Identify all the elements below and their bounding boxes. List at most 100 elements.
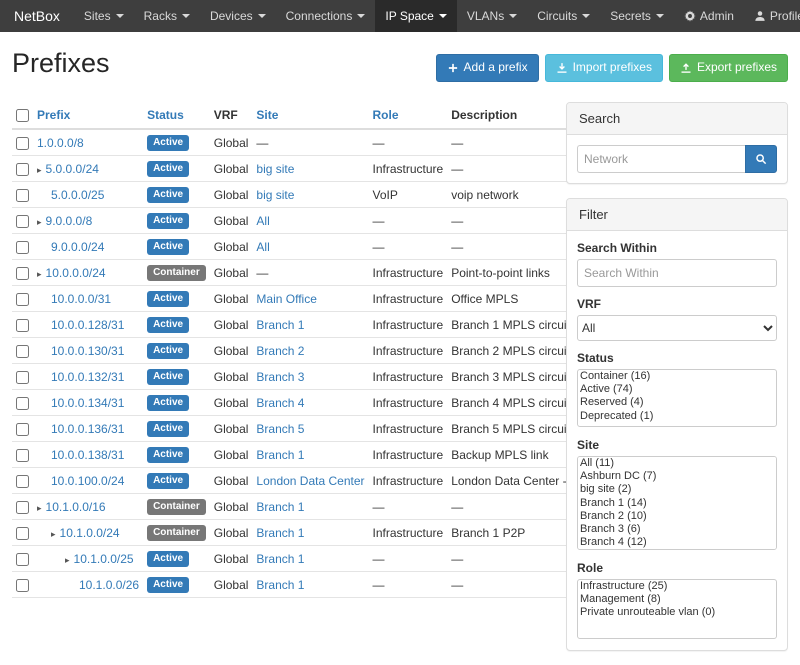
row-checkbox[interactable] — [16, 371, 29, 384]
nav-item-ip-space[interactable]: IP Space — [375, 0, 456, 32]
add-a-prefix-button[interactable]: Add a prefix — [436, 54, 539, 82]
search-button[interactable] — [745, 145, 777, 173]
filter-status-select[interactable]: Container (16)Active (74)Reserved (4)Dep… — [577, 369, 777, 427]
nav-item-circuits[interactable]: Circuits — [527, 0, 600, 32]
prefix-link[interactable]: 10.1.0.0/25 — [74, 552, 134, 566]
filter-vrf-select[interactable]: All — [577, 315, 777, 341]
nav-item-label: Admin — [700, 9, 734, 23]
select-all-checkbox[interactable] — [16, 109, 29, 122]
filter-fields: Search WithinVRFAllStatusContainer (16)A… — [567, 231, 787, 650]
expand-toggle-icon[interactable]: ▸ — [37, 269, 42, 279]
chevron-down-icon — [509, 14, 517, 18]
prefix-link[interactable]: 10.0.0.0/24 — [46, 266, 106, 280]
expand-toggle-icon[interactable]: ▸ — [37, 217, 42, 227]
prefix-link[interactable]: 10.0.100.0/24 — [51, 474, 124, 488]
row-checkbox[interactable] — [16, 501, 29, 514]
row-checkbox[interactable] — [16, 137, 29, 150]
user-menu: AdminProfileLog out — [674, 0, 800, 32]
site-link[interactable]: Branch 1 — [256, 500, 304, 514]
prefix-link[interactable]: 10.0.0.128/31 — [51, 318, 124, 332]
row-checkbox[interactable] — [16, 579, 29, 592]
expand-toggle-icon[interactable]: ▸ — [65, 555, 70, 565]
site-link[interactable]: All — [256, 214, 269, 228]
prefix-link[interactable]: 10.1.0.0/16 — [46, 500, 106, 514]
nav-item-vlans[interactable]: VLANs — [457, 0, 527, 32]
row-checkbox[interactable] — [16, 423, 29, 436]
row-checkbox[interactable] — [16, 527, 29, 540]
export-prefixes-button[interactable]: Export prefixes — [669, 54, 788, 82]
table-header-row: PrefixStatusVRFSiteRoleDescription — [12, 102, 657, 129]
row-checkbox[interactable] — [16, 475, 29, 488]
row-checkbox[interactable] — [16, 449, 29, 462]
site-link[interactable]: Branch 4 — [256, 396, 304, 410]
prefix-link[interactable]: 10.1.0.0/24 — [60, 526, 120, 540]
row-checkbox[interactable] — [16, 215, 29, 228]
expand-toggle-icon[interactable]: ▸ — [51, 529, 56, 539]
row-checkbox[interactable] — [16, 319, 29, 332]
prefix-link[interactable]: 10.0.0.136/31 — [51, 422, 124, 436]
expand-toggle-icon[interactable]: ▸ — [37, 165, 42, 175]
table-row: ▸5.0.0.0/24ActiveGlobalbig siteInfrastru… — [12, 156, 657, 182]
row-checkbox[interactable] — [16, 345, 29, 358]
sort-link[interactable]: Role — [373, 108, 399, 122]
site-link[interactable]: Main Office — [256, 292, 316, 306]
filter-role-select[interactable]: Infrastructure (25)Management (8)Private… — [577, 579, 777, 639]
nav-item-connections[interactable]: Connections — [276, 0, 376, 32]
prefix-link[interactable]: 10.1.0.0/26 — [79, 578, 139, 592]
nav-item-sites[interactable]: Sites — [74, 0, 134, 32]
site-link[interactable]: Branch 2 — [256, 344, 304, 358]
vrf-cell: Global — [210, 129, 253, 156]
brand[interactable]: NetBox — [0, 0, 74, 32]
nav-item-racks[interactable]: Racks — [134, 0, 200, 32]
filter-label-site: Site — [577, 438, 777, 452]
filter-search-within-input[interactable] — [577, 259, 777, 287]
row-checkbox[interactable] — [16, 397, 29, 410]
prefix-link[interactable]: 9.0.0.0/24 — [51, 240, 104, 254]
status-badge: Active — [147, 317, 189, 333]
prefix-link[interactable]: 10.0.0.0/31 — [51, 292, 111, 306]
prefix-link[interactable]: 9.0.0.0/8 — [46, 214, 93, 228]
site-link[interactable]: London Data Center — [256, 474, 364, 488]
row-checkbox[interactable] — [16, 189, 29, 202]
row-checkbox[interactable] — [16, 241, 29, 254]
nav-item-admin[interactable]: Admin — [674, 0, 744, 32]
site-link[interactable]: All — [256, 240, 269, 254]
role-cell: — — [369, 129, 448, 156]
prefix-link[interactable]: 10.0.0.138/31 — [51, 448, 124, 462]
status-badge: Active — [147, 577, 189, 593]
nav-item-secrets[interactable]: Secrets — [600, 0, 674, 32]
filter-panel: Filter Search WithinVRFAllStatusContaine… — [566, 198, 788, 651]
prefix-link[interactable]: 5.0.0.0/25 — [51, 188, 104, 202]
search-input[interactable] — [577, 145, 745, 173]
nav-item-profile[interactable]: Profile — [744, 0, 800, 32]
column-header-vrf: VRF — [210, 102, 253, 129]
site-link[interactable]: big site — [256, 188, 294, 202]
site-link[interactable]: Branch 3 — [256, 370, 304, 384]
site-link[interactable]: big site — [256, 162, 294, 176]
table-row: 10.0.0.134/31ActiveGlobalBranch 4Infrast… — [12, 390, 657, 416]
prefix-link[interactable]: 1.0.0.0/8 — [37, 136, 84, 150]
row-checkbox[interactable] — [16, 163, 29, 176]
role-cell: Infrastructure — [369, 390, 448, 416]
prefix-link[interactable]: 5.0.0.0/24 — [46, 162, 99, 176]
filter-site-select[interactable]: All (11)Ashburn DC (7)big site (2)Branch… — [577, 456, 777, 550]
import-prefixes-button[interactable]: Import prefixes — [545, 54, 663, 82]
nav-item-label: Devices — [210, 9, 253, 23]
site-link[interactable]: Branch 1 — [256, 552, 304, 566]
nav-item-devices[interactable]: Devices — [200, 0, 276, 32]
row-checkbox[interactable] — [16, 267, 29, 280]
row-checkbox[interactable] — [16, 553, 29, 566]
expand-toggle-icon[interactable]: ▸ — [37, 503, 42, 513]
site-link[interactable]: Branch 1 — [256, 318, 304, 332]
row-checkbox[interactable] — [16, 293, 29, 306]
prefix-link[interactable]: 10.0.0.130/31 — [51, 344, 124, 358]
site-link[interactable]: Branch 1 — [256, 448, 304, 462]
sort-link[interactable]: Site — [256, 108, 278, 122]
site-link[interactable]: Branch 1 — [256, 526, 304, 540]
site-link[interactable]: Branch 5 — [256, 422, 304, 436]
sort-link[interactable]: Prefix — [37, 108, 70, 122]
site-link[interactable]: Branch 1 — [256, 578, 304, 592]
prefix-link[interactable]: 10.0.0.134/31 — [51, 396, 124, 410]
prefix-link[interactable]: 10.0.0.132/31 — [51, 370, 124, 384]
sort-link[interactable]: Status — [147, 108, 184, 122]
